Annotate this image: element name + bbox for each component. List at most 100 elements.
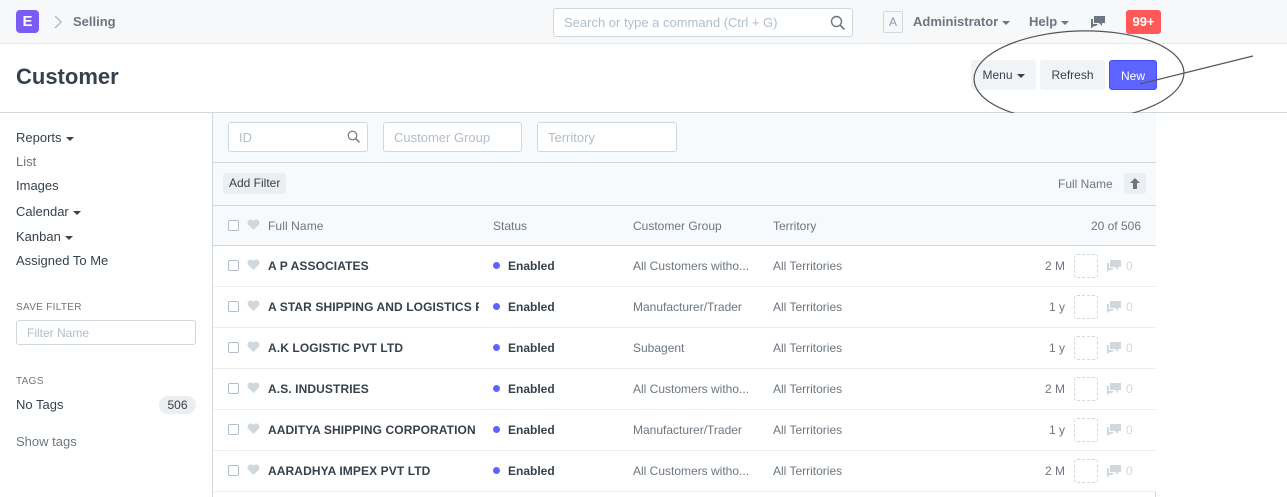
status-dot xyxy=(493,426,500,434)
chat-icon[interactable] xyxy=(1089,13,1107,31)
breadcrumb-selling[interactable]: Selling xyxy=(73,14,116,29)
row-checkbox[interactable] xyxy=(228,424,239,435)
search-input[interactable] xyxy=(554,9,824,36)
heart-icon[interactable] xyxy=(247,219,260,231)
table-row[interactable]: A STAR SHIPPING AND LOGISTICS PVT LTD Ena… xyxy=(213,287,1156,328)
sort-order-button[interactable] xyxy=(1124,173,1146,194)
assignee-avatar[interactable] xyxy=(1074,459,1098,483)
row-territory[interactable]: All Territories xyxy=(773,464,913,478)
assignee-avatar[interactable] xyxy=(1074,336,1098,360)
caret-down-icon xyxy=(1016,73,1025,78)
row-territory[interactable]: All Territories xyxy=(773,341,913,355)
select-all-checkbox[interactable] xyxy=(228,220,239,231)
tags-label: TAGS xyxy=(16,376,44,387)
row-full-name[interactable]: A.K LOGISTIC PVT LTD xyxy=(268,341,479,355)
row-checkbox[interactable] xyxy=(228,342,239,353)
table-row[interactable]: A P ASSOCIATES Enabled All Customers witho… xyxy=(213,246,1156,287)
sidebar-item-list[interactable]: List xyxy=(16,154,36,169)
sort-by-selector[interactable]: Full Name xyxy=(1058,177,1113,191)
user-name: Administrator xyxy=(913,14,999,29)
row-territory[interactable]: All Territories xyxy=(773,382,913,396)
comment-count: 0 xyxy=(1126,259,1133,273)
sidebar-item-reports[interactable]: Reports xyxy=(16,130,74,145)
add-filter-button[interactable]: Add Filter xyxy=(223,173,287,194)
assignee-avatar[interactable] xyxy=(1074,254,1098,278)
no-tags-item[interactable]: No Tags xyxy=(16,397,63,412)
help-dropdown[interactable]: Help xyxy=(1029,14,1070,29)
row-status[interactable]: Enabled xyxy=(493,382,623,396)
row-checkbox[interactable] xyxy=(228,301,239,312)
row-full-name[interactable]: AADITYA SHIPPING CORPORATION xyxy=(268,423,479,437)
sidebar-item-images[interactable]: Images xyxy=(16,178,59,193)
row-customer-group[interactable]: All Customers witho... xyxy=(633,464,773,478)
assignee-avatar[interactable] xyxy=(1074,418,1098,442)
new-button[interactable]: New xyxy=(1109,60,1157,90)
menu-button[interactable]: Menu xyxy=(971,60,1036,90)
column-status: Status xyxy=(493,219,528,233)
refresh-button[interactable]: Refresh xyxy=(1040,60,1105,90)
table-row[interactable]: AADITYA SHIPPING CORPORATION Enabled Manuf… xyxy=(213,410,1156,451)
id-filter[interactable] xyxy=(228,122,368,152)
row-full-name[interactable]: A P ASSOCIATES xyxy=(268,259,479,273)
table-row[interactable]: AARADHYA IMPEX PVT LTD Enabled All Custome… xyxy=(213,451,1156,492)
notification-badge[interactable]: 99+ xyxy=(1126,10,1161,34)
tag-count-badge: 506 xyxy=(159,396,196,414)
user-dropdown[interactable]: Administrator xyxy=(913,14,1011,29)
heart-icon[interactable] xyxy=(247,423,260,435)
comment-icon xyxy=(1107,424,1121,436)
sort-ascending-icon xyxy=(1130,178,1140,189)
territory-filter[interactable] xyxy=(537,122,677,152)
customer-group-filter[interactable] xyxy=(383,122,522,152)
heart-icon[interactable] xyxy=(247,382,260,394)
heart-icon[interactable] xyxy=(247,300,260,312)
row-checkbox[interactable] xyxy=(228,383,239,394)
row-status[interactable]: Enabled xyxy=(493,423,623,437)
heart-icon[interactable] xyxy=(247,341,260,353)
territory-filter-input[interactable] xyxy=(538,123,676,151)
sidebar-item-assigned-to-me[interactable]: Assigned To Me xyxy=(16,253,108,268)
row-full-name[interactable]: A.S. INDUSTRIES xyxy=(268,382,479,396)
row-checkbox[interactable] xyxy=(228,260,239,271)
comment-count: 0 xyxy=(1126,382,1133,396)
row-customer-group[interactable]: All Customers witho... xyxy=(633,259,773,273)
assignee-avatar[interactable] xyxy=(1074,295,1098,319)
awesome-bar[interactable] xyxy=(553,8,853,37)
row-customer-group[interactable]: Manufacturer/Trader xyxy=(633,300,773,314)
show-tags-link[interactable]: Show tags xyxy=(16,434,77,449)
filter-name-field[interactable] xyxy=(16,320,196,345)
row-customer-group[interactable]: All Customers witho... xyxy=(633,382,773,396)
row-status[interactable]: Enabled xyxy=(493,464,623,478)
row-status[interactable]: Enabled xyxy=(493,300,623,314)
row-territory[interactable]: All Territories xyxy=(773,423,913,437)
row-modified: 2 M xyxy=(1044,259,1065,273)
user-avatar[interactable]: A xyxy=(883,11,903,33)
row-status[interactable]: Enabled xyxy=(493,259,623,273)
sidebar-item-calendar[interactable]: Calendar xyxy=(16,204,81,219)
table-row[interactable]: A.S. INDUSTRIES Enabled All Customers with… xyxy=(213,369,1156,410)
sidebar-item-kanban[interactable]: Kanban xyxy=(16,229,73,244)
customer-group-filter-input[interactable] xyxy=(384,123,521,151)
comment-count: 0 xyxy=(1126,341,1133,355)
row-status[interactable]: Enabled xyxy=(493,341,623,355)
list-count: 20 of 506 xyxy=(1090,219,1141,233)
row-territory[interactable]: All Territories xyxy=(773,300,913,314)
table-row[interactable]: A.K LOGISTIC PVT LTD Enabled Subagent All T… xyxy=(213,328,1156,369)
row-customer-group[interactable]: Manufacturer/Trader xyxy=(633,423,773,437)
assignee-avatar[interactable] xyxy=(1074,377,1098,401)
heart-icon[interactable] xyxy=(247,259,260,271)
row-customer-group[interactable]: Subagent xyxy=(633,341,773,355)
status-badge: Enabled xyxy=(508,423,555,437)
column-territory: Territory xyxy=(773,219,817,233)
heart-icon[interactable] xyxy=(247,464,260,476)
page-head: Customer Menu Refresh New xyxy=(0,44,1287,113)
status-dot xyxy=(493,467,500,475)
help-label: Help xyxy=(1029,14,1058,29)
filter-name-input[interactable] xyxy=(17,321,195,344)
sidebar-item-label: Calendar xyxy=(16,204,69,219)
row-full-name[interactable]: A STAR SHIPPING AND LOGISTICS PVT LTD xyxy=(268,300,479,314)
row-territory[interactable]: All Territories xyxy=(773,259,913,273)
row-full-name[interactable]: AARADHYA IMPEX PVT LTD xyxy=(268,464,479,478)
app-logo[interactable]: E xyxy=(16,10,39,33)
row-checkbox[interactable] xyxy=(228,465,239,476)
search-icon[interactable] xyxy=(830,15,846,31)
